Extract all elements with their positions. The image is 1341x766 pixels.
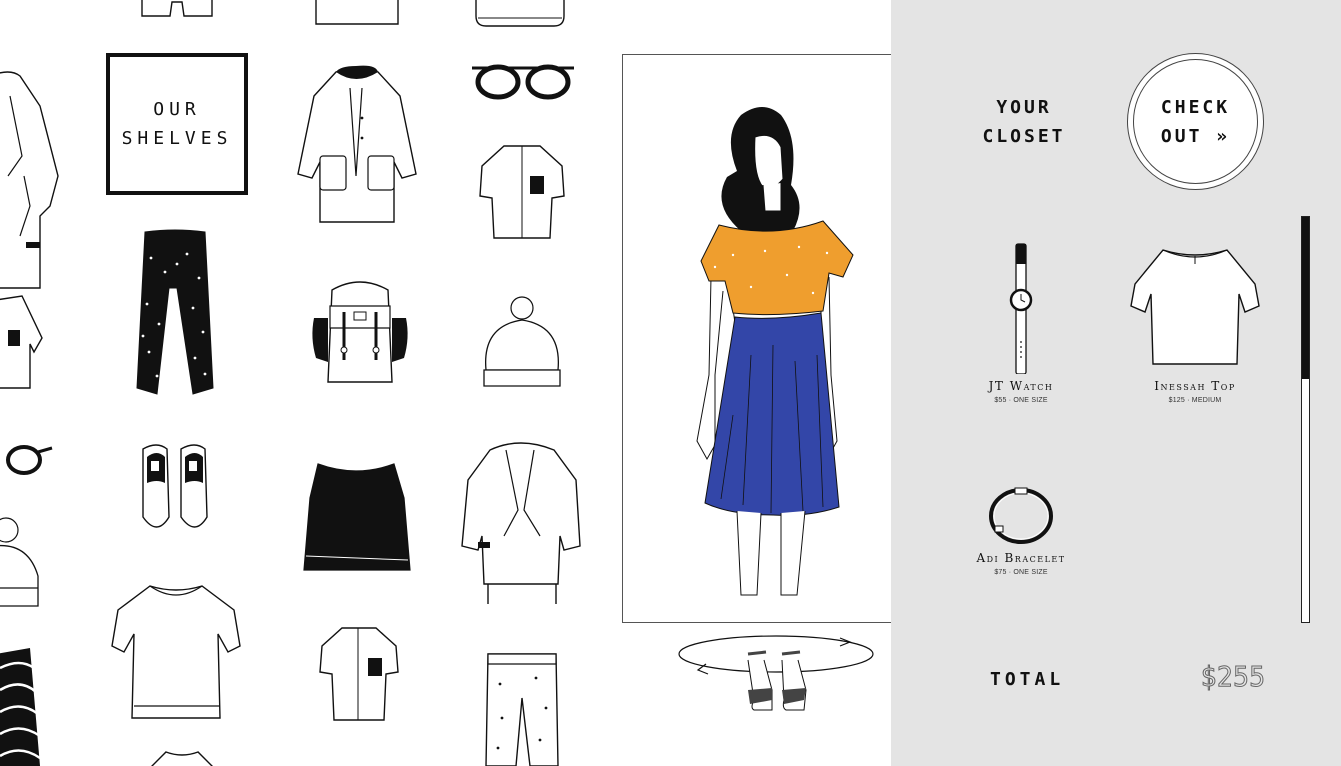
closet-item-name: Adi Bracelet [976, 551, 1066, 565]
shirt-icon-4 [151, 751, 213, 766]
jacket-item-left[interactable] [0, 66, 62, 289]
coat-icon [297, 65, 417, 223]
pants-item[interactable] [135, 228, 215, 400]
shorts-icon [141, 0, 213, 17]
crop-top-item[interactable] [300, 458, 414, 578]
beanie-icon [0, 517, 39, 607]
our-shelves-button[interactable]: OUR SHELVES [106, 53, 248, 195]
shirt-item-left[interactable] [0, 295, 44, 392]
striped-pants-item-left[interactable] [0, 648, 44, 766]
pants-icon [136, 229, 214, 395]
pants-icon-2 [485, 653, 559, 766]
closet-item-name: JT Watch [988, 379, 1054, 393]
closet-item-top[interactable]: Inessah Top $125 · MEDIUM [1127, 246, 1263, 404]
slip-on-shoes-icon [142, 444, 208, 528]
sweatshirt-item[interactable] [110, 582, 242, 724]
checkout-button[interactable]: CHECK OUT » [1127, 53, 1264, 190]
beanie-item-left[interactable] [0, 516, 42, 610]
closet-item-bracelet[interactable]: Adi Bracelet $75 · ONE SIZE [971, 482, 1071, 576]
shirt-icon-3 [479, 145, 565, 239]
your-closet-title: YOUR CLOSET [982, 97, 1066, 147]
bracelet-icon [989, 487, 1053, 544]
shirt-icon-2 [319, 627, 399, 721]
top-icon [1130, 249, 1260, 365]
jacket-item[interactable] [460, 436, 584, 608]
slip-on-shoes-item[interactable] [137, 443, 213, 535]
closet-item-price: $125 · MEDIUM [1168, 397, 1222, 404]
beanie-icon-2 [483, 296, 561, 387]
shirt-item-2[interactable] [318, 624, 400, 724]
closet-item-price: $75 · ONE SIZE [994, 569, 1048, 576]
sweater-icon [315, 0, 399, 25]
total-label: TOTAL [990, 669, 1065, 690]
jacket-icon [0, 71, 59, 289]
checkout-label: CHECK OUT » [1160, 96, 1231, 147]
sweatshirt-icon [475, 0, 565, 27]
glasses-item-left[interactable] [0, 444, 54, 478]
shirt-item-bottom[interactable] [140, 748, 224, 766]
beanie-item[interactable] [482, 296, 562, 390]
dotted-pants-item[interactable] [482, 648, 560, 766]
closet-item-name: Inessah Top [1154, 379, 1236, 393]
shorts-item[interactable] [138, 0, 218, 22]
closet-panel: YOUR CLOSET CHECK OUT » JT Watch $55 · O… [891, 0, 1341, 766]
sweater-item[interactable] [314, 0, 400, 30]
rotate-icon [678, 635, 874, 711]
rotate-control[interactable] [676, 630, 880, 729]
closet-item-price: $55 · ONE SIZE [994, 397, 1048, 404]
our-shelves-label: OUR SHELVES [121, 99, 233, 149]
shirt-icon [0, 295, 43, 389]
closet-item-watch[interactable]: JT Watch $55 · ONE SIZE [971, 242, 1071, 404]
striped-pants-icon [0, 648, 41, 766]
sweatshirt-item-top[interactable] [472, 0, 568, 32]
closet-scrollbar-thumb[interactable] [1302, 217, 1309, 379]
sweatshirt-icon-2 [111, 585, 241, 719]
backpack-icon [312, 281, 408, 383]
closet-scrollbar[interactable] [1301, 216, 1310, 623]
crop-top-icon [303, 461, 411, 571]
model-figure [696, 107, 854, 596]
backpack-item[interactable] [310, 278, 410, 386]
glasses-item[interactable] [468, 60, 578, 104]
model-stage [622, 54, 929, 623]
coat-item[interactable] [296, 65, 418, 224]
shirt-item-3[interactable] [478, 142, 568, 242]
jacket-icon-2 [461, 442, 581, 604]
glasses-icon-2 [472, 64, 574, 100]
total-value: $255 [1200, 660, 1266, 694]
glasses-icon [6, 445, 53, 475]
watch-icon [1009, 243, 1033, 375]
